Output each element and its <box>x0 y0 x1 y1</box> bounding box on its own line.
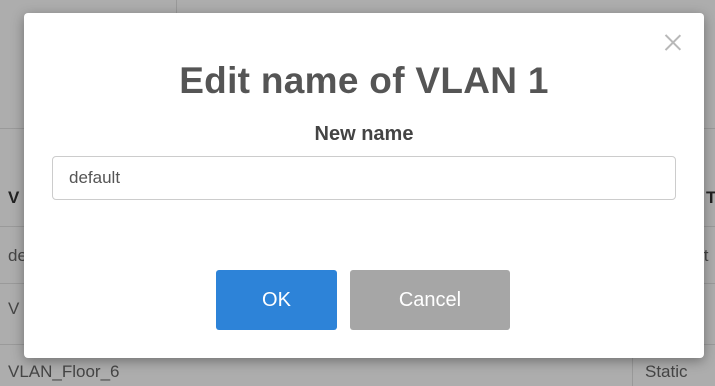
page: V T de lt V VLAN_Floor_6 Static Edit nam… <box>0 0 715 386</box>
cancel-button[interactable]: Cancel <box>350 270 510 330</box>
ok-button[interactable]: OK <box>216 270 337 330</box>
new-name-input[interactable] <box>52 156 676 200</box>
dialog-title: Edit name of VLAN 1 <box>179 60 549 101</box>
edit-vlan-name-dialog: Edit name of VLAN 1 New name OK Cancel <box>24 13 704 358</box>
new-name-label: New name <box>314 123 414 145</box>
close-icon[interactable] <box>663 32 683 52</box>
